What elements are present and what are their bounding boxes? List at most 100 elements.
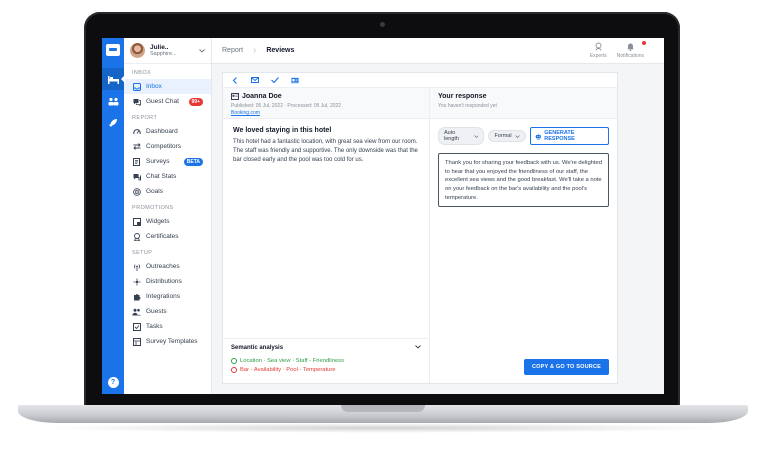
user-switcher[interactable]: Julie.. Sapphire...: [124, 38, 211, 64]
help-icon[interactable]: ?: [107, 377, 119, 388]
distribution-icon: [132, 277, 141, 286]
sidebar-item-label: Tasks: [146, 323, 163, 330]
review-card: Joanna Doe Published: 05 Jul, 2022 · Pro…: [222, 72, 618, 384]
sidebar-item-label: Distributions: [146, 278, 182, 285]
section-setup: SETUP: [132, 250, 153, 256]
app-logo[interactable]: [106, 44, 120, 56]
smile-icon: [231, 358, 237, 364]
camera-dot: [380, 22, 385, 27]
sidebar-item-inbox[interactable]: Inbox: [124, 79, 211, 94]
positive-topics-text: Location · Sea view · Staff - Friendline…: [240, 358, 344, 364]
review-header: Joanna Doe Published: 05 Jul, 2022 · Pro…: [223, 88, 429, 119]
length-select[interactable]: Auto length: [438, 127, 485, 145]
response-textarea[interactable]: Thank you for sharing your feedback with…: [438, 153, 609, 207]
response-panel: Your response You haven't responded yet …: [430, 88, 617, 383]
sidebar-item-label: Guests: [146, 308, 167, 315]
user-hotel: Sapphire...: [150, 51, 177, 58]
page-title: Reviews: [266, 47, 295, 54]
sidebar-item-widgets[interactable]: Widgets: [124, 214, 211, 229]
app-rail: ?: [102, 38, 125, 394]
frown-icon: [231, 367, 237, 373]
rail-rocket-icon[interactable]: [102, 112, 124, 134]
chevron-down-icon: [199, 48, 205, 53]
notifications-button[interactable]: Notifications: [616, 41, 646, 59]
sidebar-item-outreaches[interactable]: Outreaches: [124, 259, 211, 274]
broadcast-icon: [132, 262, 141, 271]
back-icon[interactable]: [231, 76, 239, 84]
beta-badge: BETA: [183, 157, 203, 166]
negative-topics-text: Bar - Availability · Pool - Temperature: [240, 367, 336, 373]
chat-icon: [132, 97, 141, 106]
sidebar-item-label: Integrations: [146, 293, 180, 300]
review-toolbar: [223, 73, 617, 88]
bell-icon: [626, 43, 634, 51]
sidebar-item-dashboard[interactable]: Dashboard: [124, 124, 211, 139]
positive-topics: Location · Sea view · Staff - Friendline…: [231, 358, 421, 364]
sidebar-item-competitors[interactable]: Competitors: [124, 139, 211, 154]
laptop-base: [18, 405, 748, 423]
semantic-analysis: Semantic analysis Location · Sea view · …: [223, 338, 429, 383]
response-title: Your response: [438, 93, 487, 100]
checkbox-icon: [132, 322, 141, 331]
sidebar-item-integrations[interactable]: Integrations: [124, 289, 211, 304]
tone-select[interactable]: Formal: [488, 130, 526, 142]
section-inbox: INBOX: [132, 70, 152, 76]
response-header: Your response You haven't responded yet: [430, 88, 617, 119]
notifications-label: Notifications: [616, 53, 644, 59]
sidebar-item-label: Certificates: [146, 233, 179, 240]
copy-go-to-source-button[interactable]: COPY & GO TO SOURCE: [524, 359, 609, 375]
sidebar-item-surveys[interactable]: Surveys BETA: [124, 154, 211, 169]
arrows-icon: [132, 142, 141, 151]
main-area: Report › Reviews Experts Notifications J…: [212, 38, 664, 394]
length-value: Auto length: [444, 130, 459, 142]
sidebar-item-distributions[interactable]: Distributions: [124, 274, 211, 289]
breadcrumb-separator: ›: [253, 45, 257, 56]
id-card-icon[interactable]: [291, 76, 299, 84]
generate-response-button[interactable]: GENERATE RESPONSE: [529, 127, 609, 145]
avatar: [130, 43, 145, 58]
experts-button[interactable]: Experts: [590, 42, 607, 59]
sidebar-item-label: Chat Stats: [146, 173, 177, 180]
section-report: REPORT: [132, 115, 158, 121]
sidebar-item-label: Survey Templates: [146, 338, 198, 345]
chevron-down-icon: [473, 134, 479, 138]
negative-topics: Bar - Availability · Pool - Temperature: [231, 367, 421, 373]
sidebar-item-guests[interactable]: Guests: [124, 304, 211, 319]
response-status: You haven't responded yet: [438, 103, 497, 109]
rail-bed-icon[interactable]: [102, 68, 125, 90]
guest-card-icon: [231, 93, 239, 100]
templates-icon: [132, 337, 141, 346]
gauge-icon: [132, 127, 141, 136]
sidebar-item-label: Inbox: [146, 83, 162, 90]
robot-icon: [534, 133, 541, 140]
sidebar-item-label: Guest Chat: [146, 98, 179, 105]
sidebar-item-label: Competitors: [146, 143, 182, 150]
mail-icon[interactable]: [251, 76, 259, 84]
check-icon[interactable]: [271, 76, 279, 84]
unread-badge: 99+: [188, 97, 203, 106]
puzzle-icon: [132, 292, 141, 301]
sidebar-item-certificates[interactable]: Certificates: [124, 229, 211, 244]
user-name: Julie..: [150, 43, 169, 51]
sidebar-item-goals[interactable]: Goals: [124, 184, 211, 199]
sidebar-item-survey-templates[interactable]: Survey Templates: [124, 334, 211, 349]
sidebar-item-tasks[interactable]: Tasks: [124, 319, 211, 334]
semantic-header[interactable]: Semantic analysis: [231, 345, 421, 351]
content: Joanna Doe Published: 05 Jul, 2022 · Pro…: [212, 64, 664, 394]
experts-icon: [595, 42, 602, 51]
generate-label: GENERATE RESPONSE: [544, 130, 575, 142]
sidebar-item-chat-stats[interactable]: Chat Stats: [124, 169, 211, 184]
survey-icon: [132, 157, 141, 166]
sidebar-item-label: Dashboard: [146, 128, 178, 135]
review-source-link[interactable]: Booking.com: [231, 110, 421, 116]
chat-stats-icon: [132, 172, 141, 181]
semantic-title: Semantic analysis: [231, 345, 284, 351]
rail-team-icon[interactable]: [102, 90, 124, 112]
sidebar-item-label: Outreaches: [146, 263, 180, 270]
sidebar-item-label: Surveys: [146, 158, 170, 165]
topbar: Report › Reviews Experts Notifications: [212, 38, 664, 64]
breadcrumb-report[interactable]: Report: [222, 47, 243, 54]
sidebar-item-guest-chat[interactable]: Guest Chat 99+: [124, 94, 211, 109]
review-content: We loved staying in this hotel This hote…: [223, 119, 429, 338]
app-screen: ? Julie.. Sapphire... INBOX Inbox Guest …: [102, 38, 664, 394]
